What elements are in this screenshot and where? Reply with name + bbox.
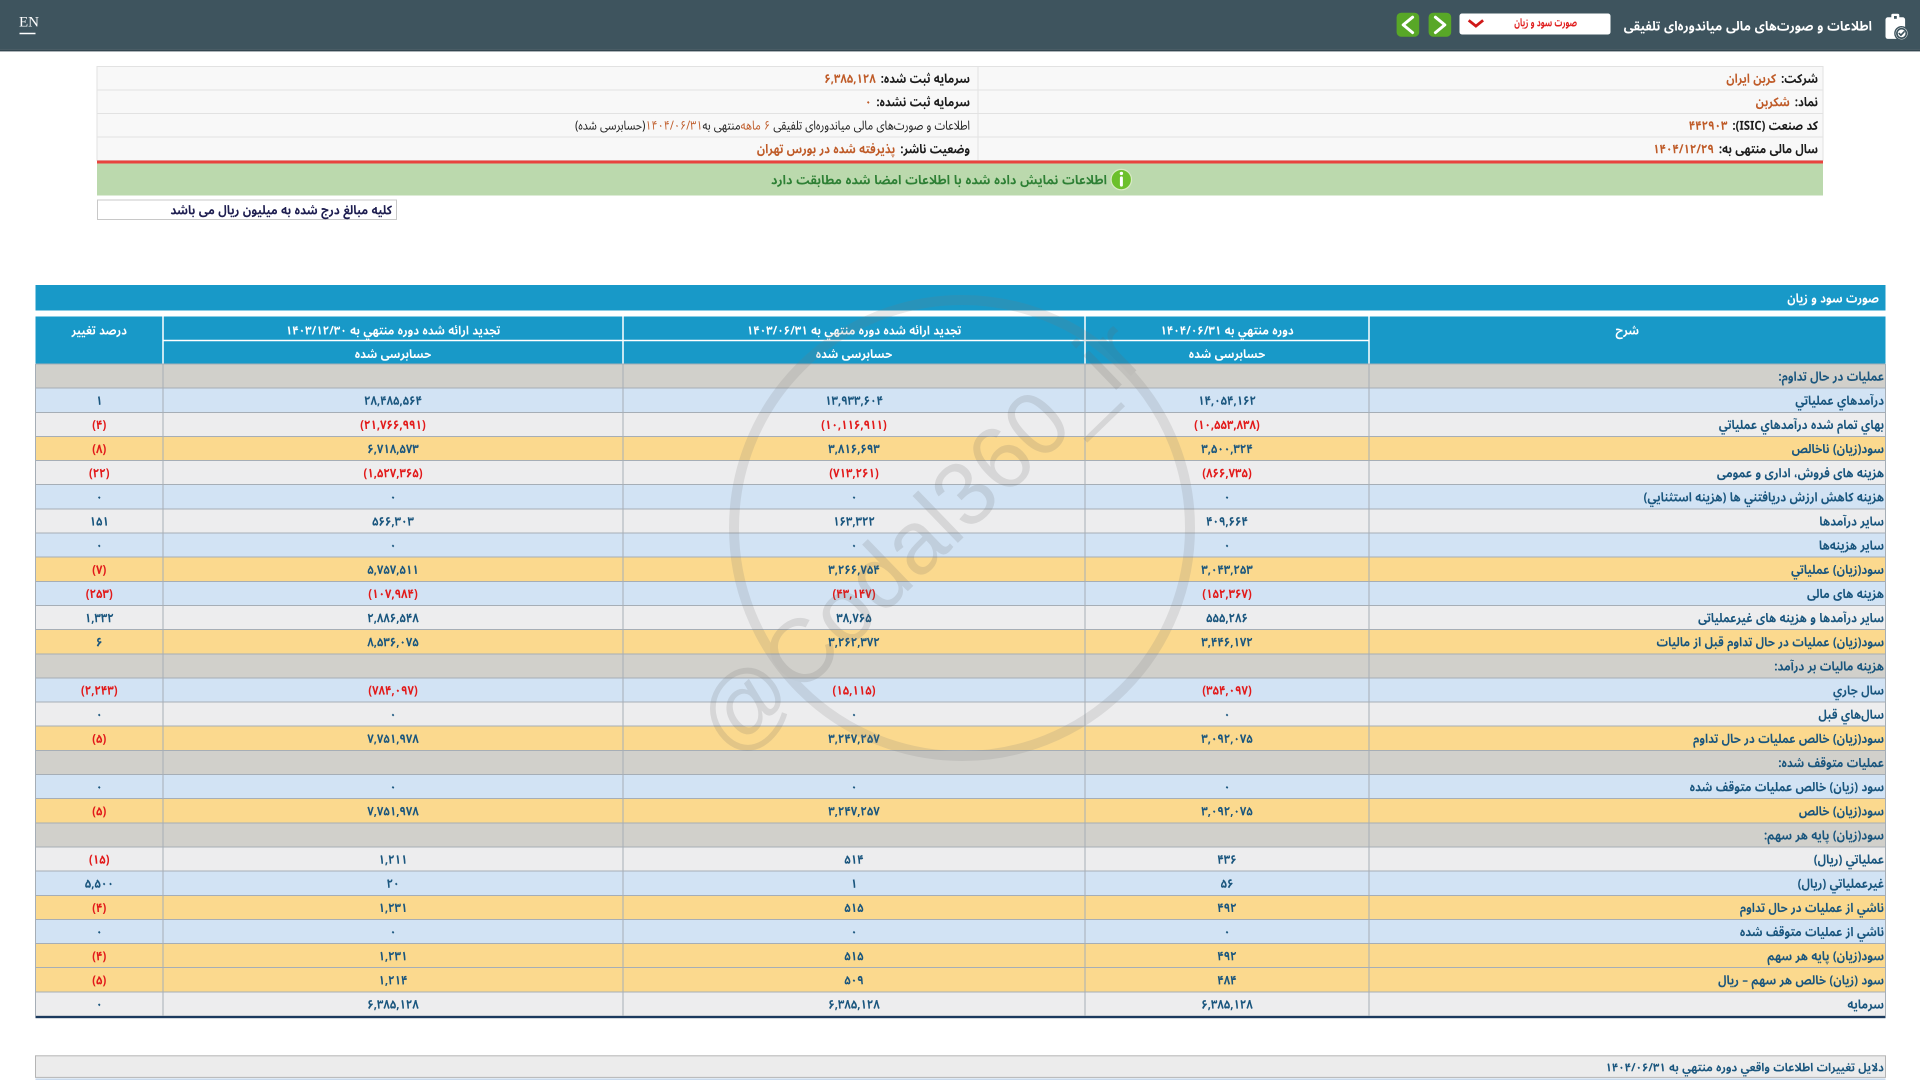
svg-text:EN: EN (19, 15, 39, 31)
